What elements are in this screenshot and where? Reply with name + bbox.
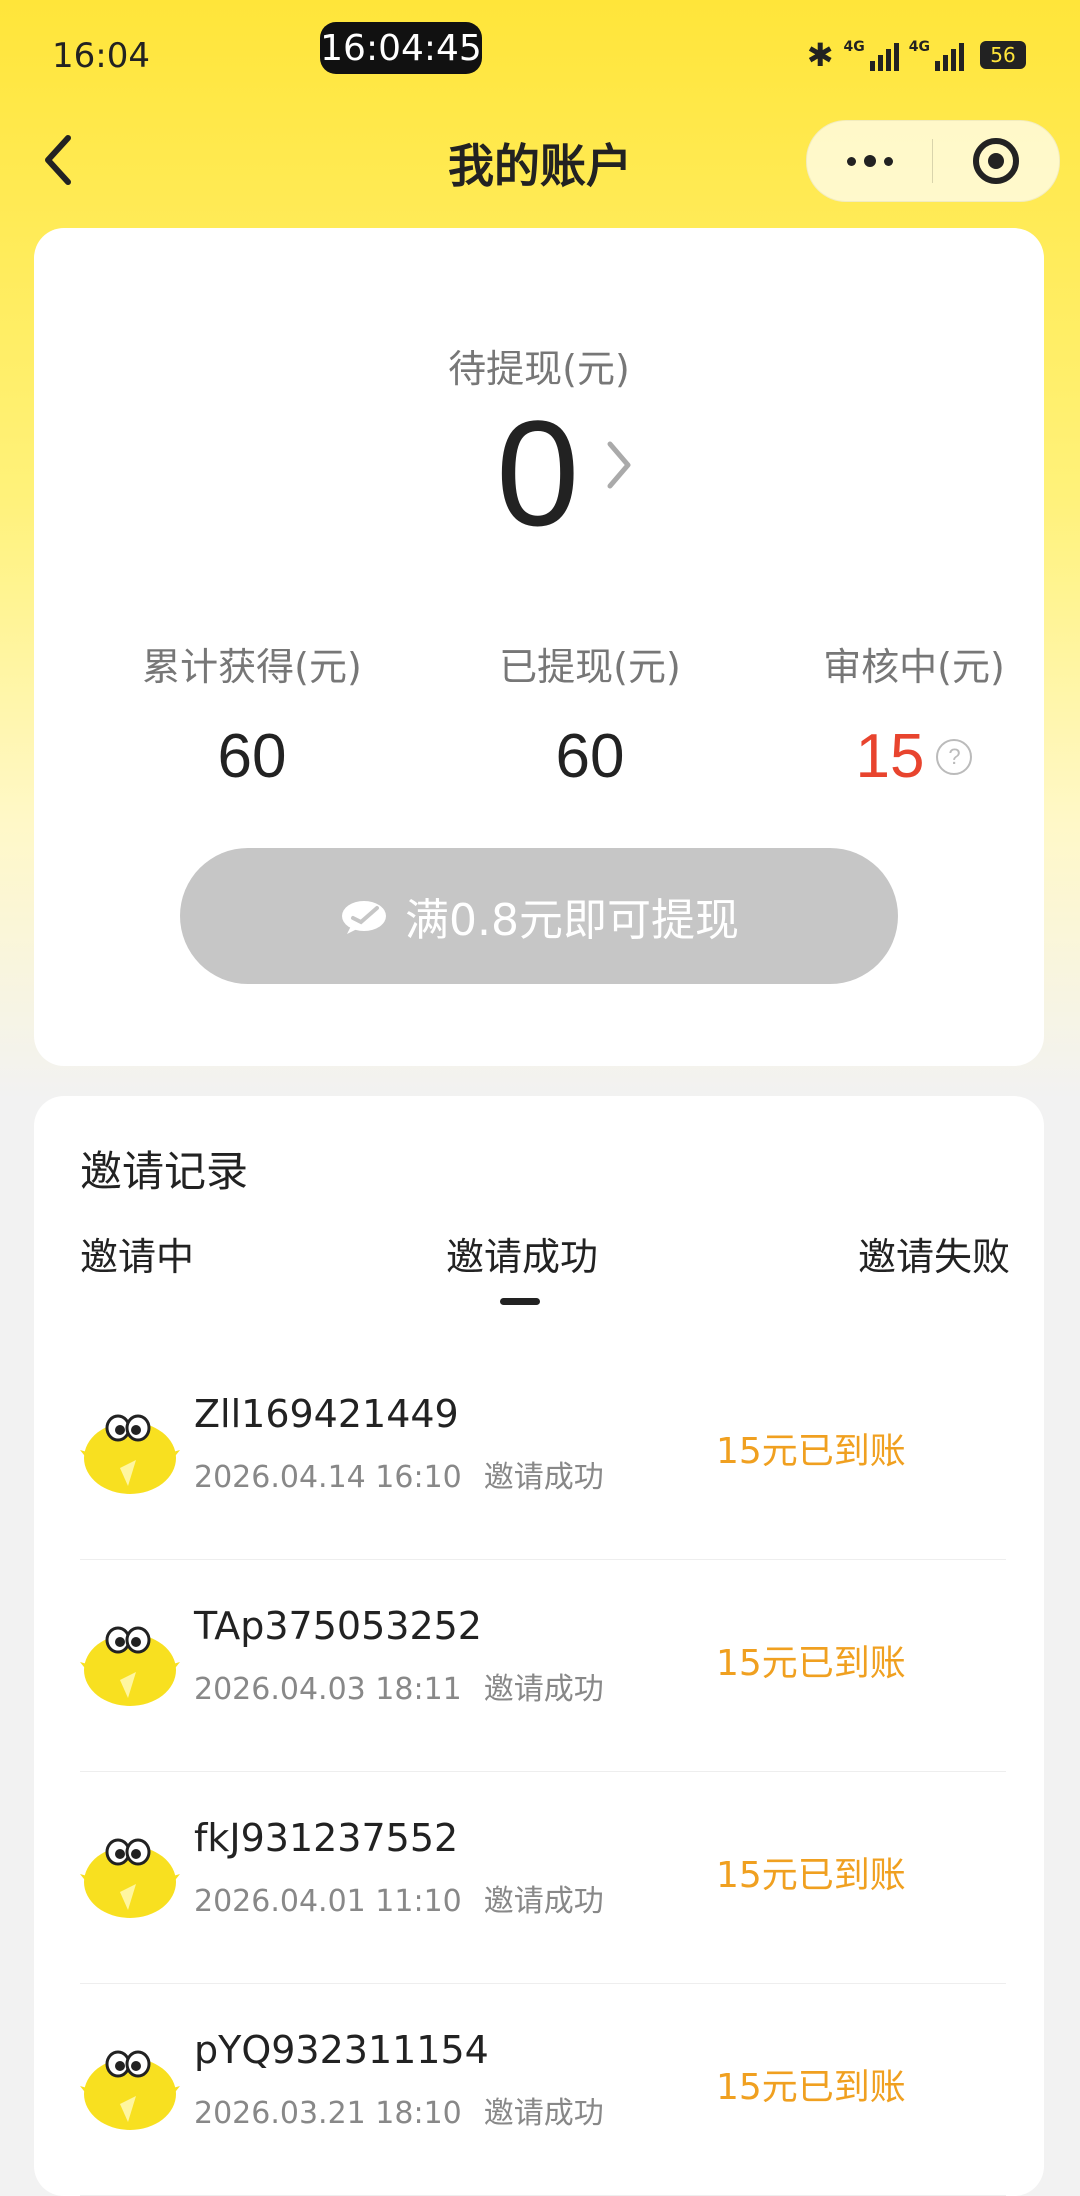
reward-amount: 15元已到账 xyxy=(716,1855,906,1896)
help-icon[interactable]: ? xyxy=(936,738,973,775)
invite-status: 邀请成功 xyxy=(483,1672,604,1707)
invite-records-title: 邀请记录 xyxy=(80,1147,249,1196)
chevron-right-icon xyxy=(607,441,631,489)
status-time: 16:04 xyxy=(52,36,150,76)
chick-avatar-icon xyxy=(80,1626,180,1706)
invite-record-row[interactable]: fkJ931237552 2026.04.01 11:10 邀请成功 15元已到账 xyxy=(80,1772,1006,1984)
invite-record-row[interactable]: pYQ932311154 2026.03.21 18:10 邀请成功 15元已到账 xyxy=(80,1984,1006,2196)
pending-detail-button[interactable] xyxy=(604,438,634,496)
invite-meta: 2026.04.14 16:10 邀请成功 xyxy=(194,1452,604,1496)
invite-time: 2026.04.01 11:10 xyxy=(194,1884,462,1919)
miniprogram-capsule xyxy=(806,120,1060,202)
more-dot xyxy=(846,156,856,166)
stat-label: 已提现(元) xyxy=(499,645,681,689)
stat-withdrawn: 已提现(元) 60 xyxy=(440,636,740,792)
close-miniprogram-button[interactable] xyxy=(933,136,1059,186)
invitee-name: pYQ932311154 xyxy=(194,2028,489,2072)
status-clock: 16:04:45 xyxy=(320,22,482,74)
pending-withdraw-label: 待提现(元) xyxy=(448,347,630,391)
invite-time: 2026.03.21 18:10 xyxy=(194,2096,462,2131)
chick-avatar-icon xyxy=(80,2050,180,2130)
stat-value: 15 xyxy=(855,722,925,791)
invite-time: 2026.04.03 18:11 xyxy=(194,1672,462,1707)
invite-meta: 2026.04.01 11:10 邀请成功 xyxy=(194,1876,604,1920)
tab-invite-success[interactable]: 邀请成功 xyxy=(446,1226,598,1281)
stat-label: 审核中(元) xyxy=(823,645,1005,689)
withdraw-button[interactable]: 满0.8元即可提现 xyxy=(180,848,898,984)
account-card: 待提现(元) 0 累计获得(元) 60 已提现(元) 60 审核中(元) 15 … xyxy=(34,228,1044,1066)
signal-icon-2: 4G xyxy=(909,39,964,71)
more-button[interactable] xyxy=(807,155,932,167)
stat-label: 累计获得(元) xyxy=(142,645,362,689)
more-dot xyxy=(883,156,893,166)
more-dot xyxy=(863,155,876,167)
tab-invite-failed[interactable]: 邀请失败 xyxy=(858,1226,1010,1281)
invitee-name: TAp375053252 xyxy=(194,1604,482,1648)
stat-value-row: 15 ? xyxy=(764,721,1064,792)
chick-avatar-icon xyxy=(80,1414,180,1494)
wechat-pay-icon xyxy=(342,901,386,934)
invite-time: 2026.04.14 16:10 xyxy=(194,1460,462,1495)
invite-status: 邀请成功 xyxy=(483,1460,604,1495)
stat-total-earned: 累计获得(元) 60 xyxy=(102,636,402,792)
invite-record-row[interactable]: TAp375053252 2026.04.03 18:11 邀请成功 15元已到账 xyxy=(80,1560,1006,1772)
pending-withdraw-value[interactable]: 0 xyxy=(496,398,579,548)
reward-amount: 15元已到账 xyxy=(716,1431,906,1472)
invitee-name: fkJ931237552 xyxy=(194,1816,459,1860)
stat-under-review: 审核中(元) 15 ? xyxy=(764,636,1064,792)
reward-amount: 15元已到账 xyxy=(716,1643,906,1684)
stat-value: 60 xyxy=(217,722,287,791)
stat-value: 60 xyxy=(555,722,625,791)
status-icons: ✱ 4G 4G 56 xyxy=(807,36,1026,74)
active-tab-indicator xyxy=(500,1298,540,1305)
invite-status: 邀请成功 xyxy=(483,2096,604,2131)
chick-avatar-icon xyxy=(80,1838,180,1918)
tab-inviting[interactable]: 邀请中 xyxy=(80,1226,194,1281)
invitee-name: Zll169421449 xyxy=(194,1392,459,1436)
invite-meta: 2026.04.03 18:11 邀请成功 xyxy=(194,1664,604,1708)
invite-record-row[interactable]: Zll169421449 2026.04.14 16:10 邀请成功 15元已到账 xyxy=(80,1348,1006,1560)
withdraw-button-label: 满0.8元即可提现 xyxy=(405,895,739,946)
invite-status: 邀请成功 xyxy=(483,1884,604,1919)
target-icon xyxy=(973,138,1019,184)
invite-meta: 2026.03.21 18:10 邀请成功 xyxy=(194,2088,604,2132)
bluetooth-icon: ✱ xyxy=(806,36,834,74)
invite-records-card: 邀请记录 邀请中 邀请成功 邀请失败 Zll169421449 2026.04.… xyxy=(34,1096,1044,2196)
battery-icon: 56 xyxy=(980,41,1026,69)
signal-icon: 4G xyxy=(844,39,899,71)
reward-amount: 15元已到账 xyxy=(716,2067,906,2108)
